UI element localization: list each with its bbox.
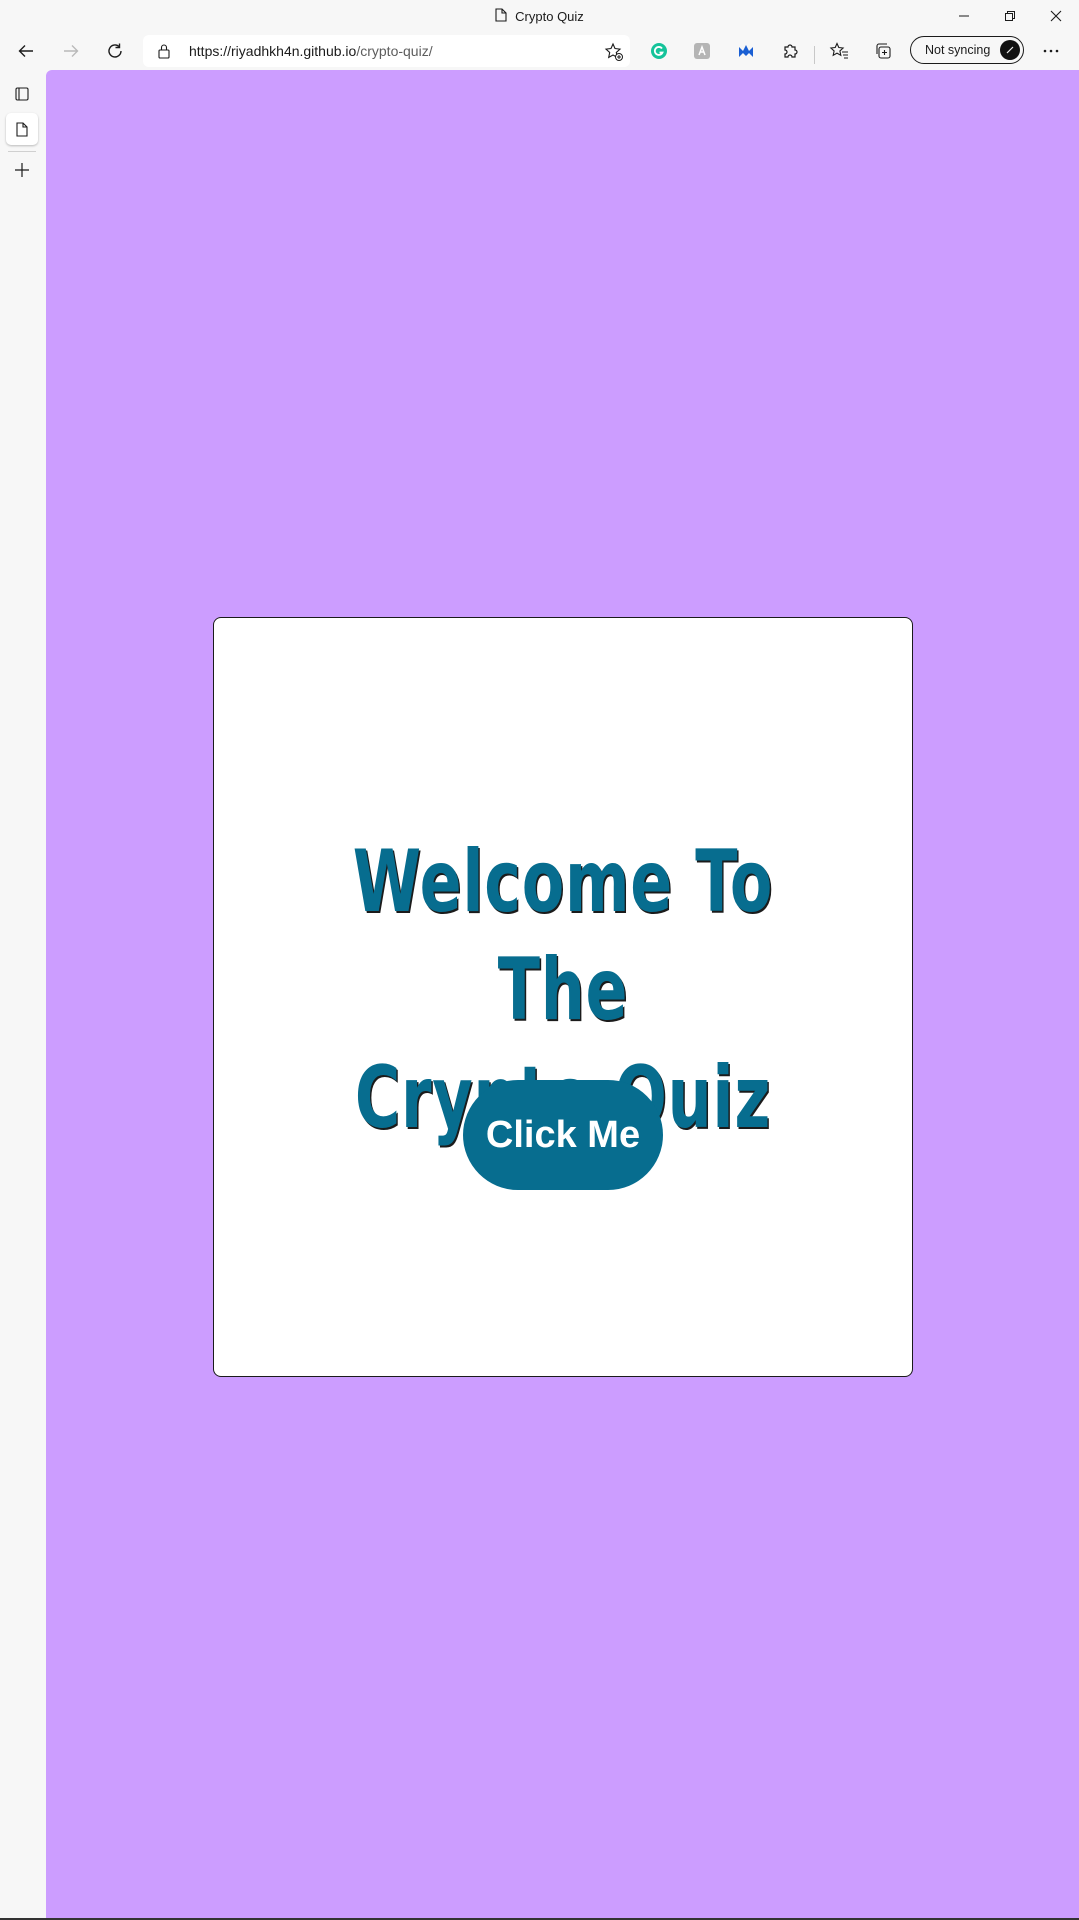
click-me-button[interactable]: Click Me [463,1080,663,1190]
avatar [1000,40,1020,60]
forward-button[interactable] [55,35,87,67]
arrow-left-icon [18,45,33,57]
more-menu-button[interactable] [1035,35,1067,67]
add-favorite-icon[interactable] [604,42,623,61]
quiz-card: Welcome To The Crypto Quiz Click Me [213,617,913,1377]
sync-status-label: Not syncing [925,43,991,57]
minimize-button[interactable] [941,0,987,32]
back-button[interactable] [10,35,42,67]
tab-crypto-quiz[interactable] [6,113,38,145]
ellipsis-icon [1043,49,1059,53]
window-controls [941,0,1079,32]
toolbar-divider [814,46,815,64]
collections-icon [876,43,891,59]
url-text[interactable]: https://riyadhkh4n.github.io/crypto-quiz… [189,43,433,59]
plus-icon [15,163,29,177]
title-line-1: Welcome To The [352,832,774,1040]
page-viewport: Welcome To The Crypto Quiz Click Me [46,70,1079,1918]
extensions-button[interactable] [775,35,807,67]
tab-actions-icon [15,87,29,101]
grammarly-extension-button[interactable] [643,35,675,67]
collections-button[interactable] [867,35,899,67]
url-path: /crypto-quiz/ [356,43,433,59]
extension-icon [694,43,710,59]
new-tab-button[interactable] [6,154,38,186]
address-bar[interactable]: https://riyadhkh4n.github.io/crypto-quiz… [143,35,630,67]
extension-button[interactable] [686,35,718,67]
malwarebytes-icon [739,45,753,57]
tab-actions-button[interactable] [6,78,38,110]
refresh-icon [108,43,122,58]
browser-toolbar: https://riyadhkh4n.github.io/crypto-quiz… [0,32,1079,70]
restore-button[interactable] [987,0,1033,32]
favorites-button[interactable] [823,35,855,67]
puzzle-icon [784,44,798,58]
window-title-group: Crypto Quiz [0,0,1079,32]
arrow-right-icon [64,45,79,57]
page-icon [495,7,507,25]
lock-icon[interactable] [157,43,173,59]
page-icon [16,121,28,137]
malwarebytes-extension-button[interactable] [730,35,762,67]
minimize-icon [959,15,969,17]
title-bar: Crypto Quiz [0,0,1079,32]
grammarly-icon [651,43,667,59]
restore-icon [1005,11,1015,21]
favorites-star-icon [829,42,848,59]
sidebar-divider [8,151,36,152]
profile-sync-button[interactable]: Not syncing [910,36,1024,64]
refresh-button[interactable] [99,35,131,67]
vertical-tabs-sidebar [0,70,46,1920]
close-button[interactable] [1033,0,1079,32]
window-title: Crypto Quiz [515,8,584,24]
close-icon [1050,10,1062,22]
url-host: https://riyadhkh4n.github.io [189,43,357,59]
